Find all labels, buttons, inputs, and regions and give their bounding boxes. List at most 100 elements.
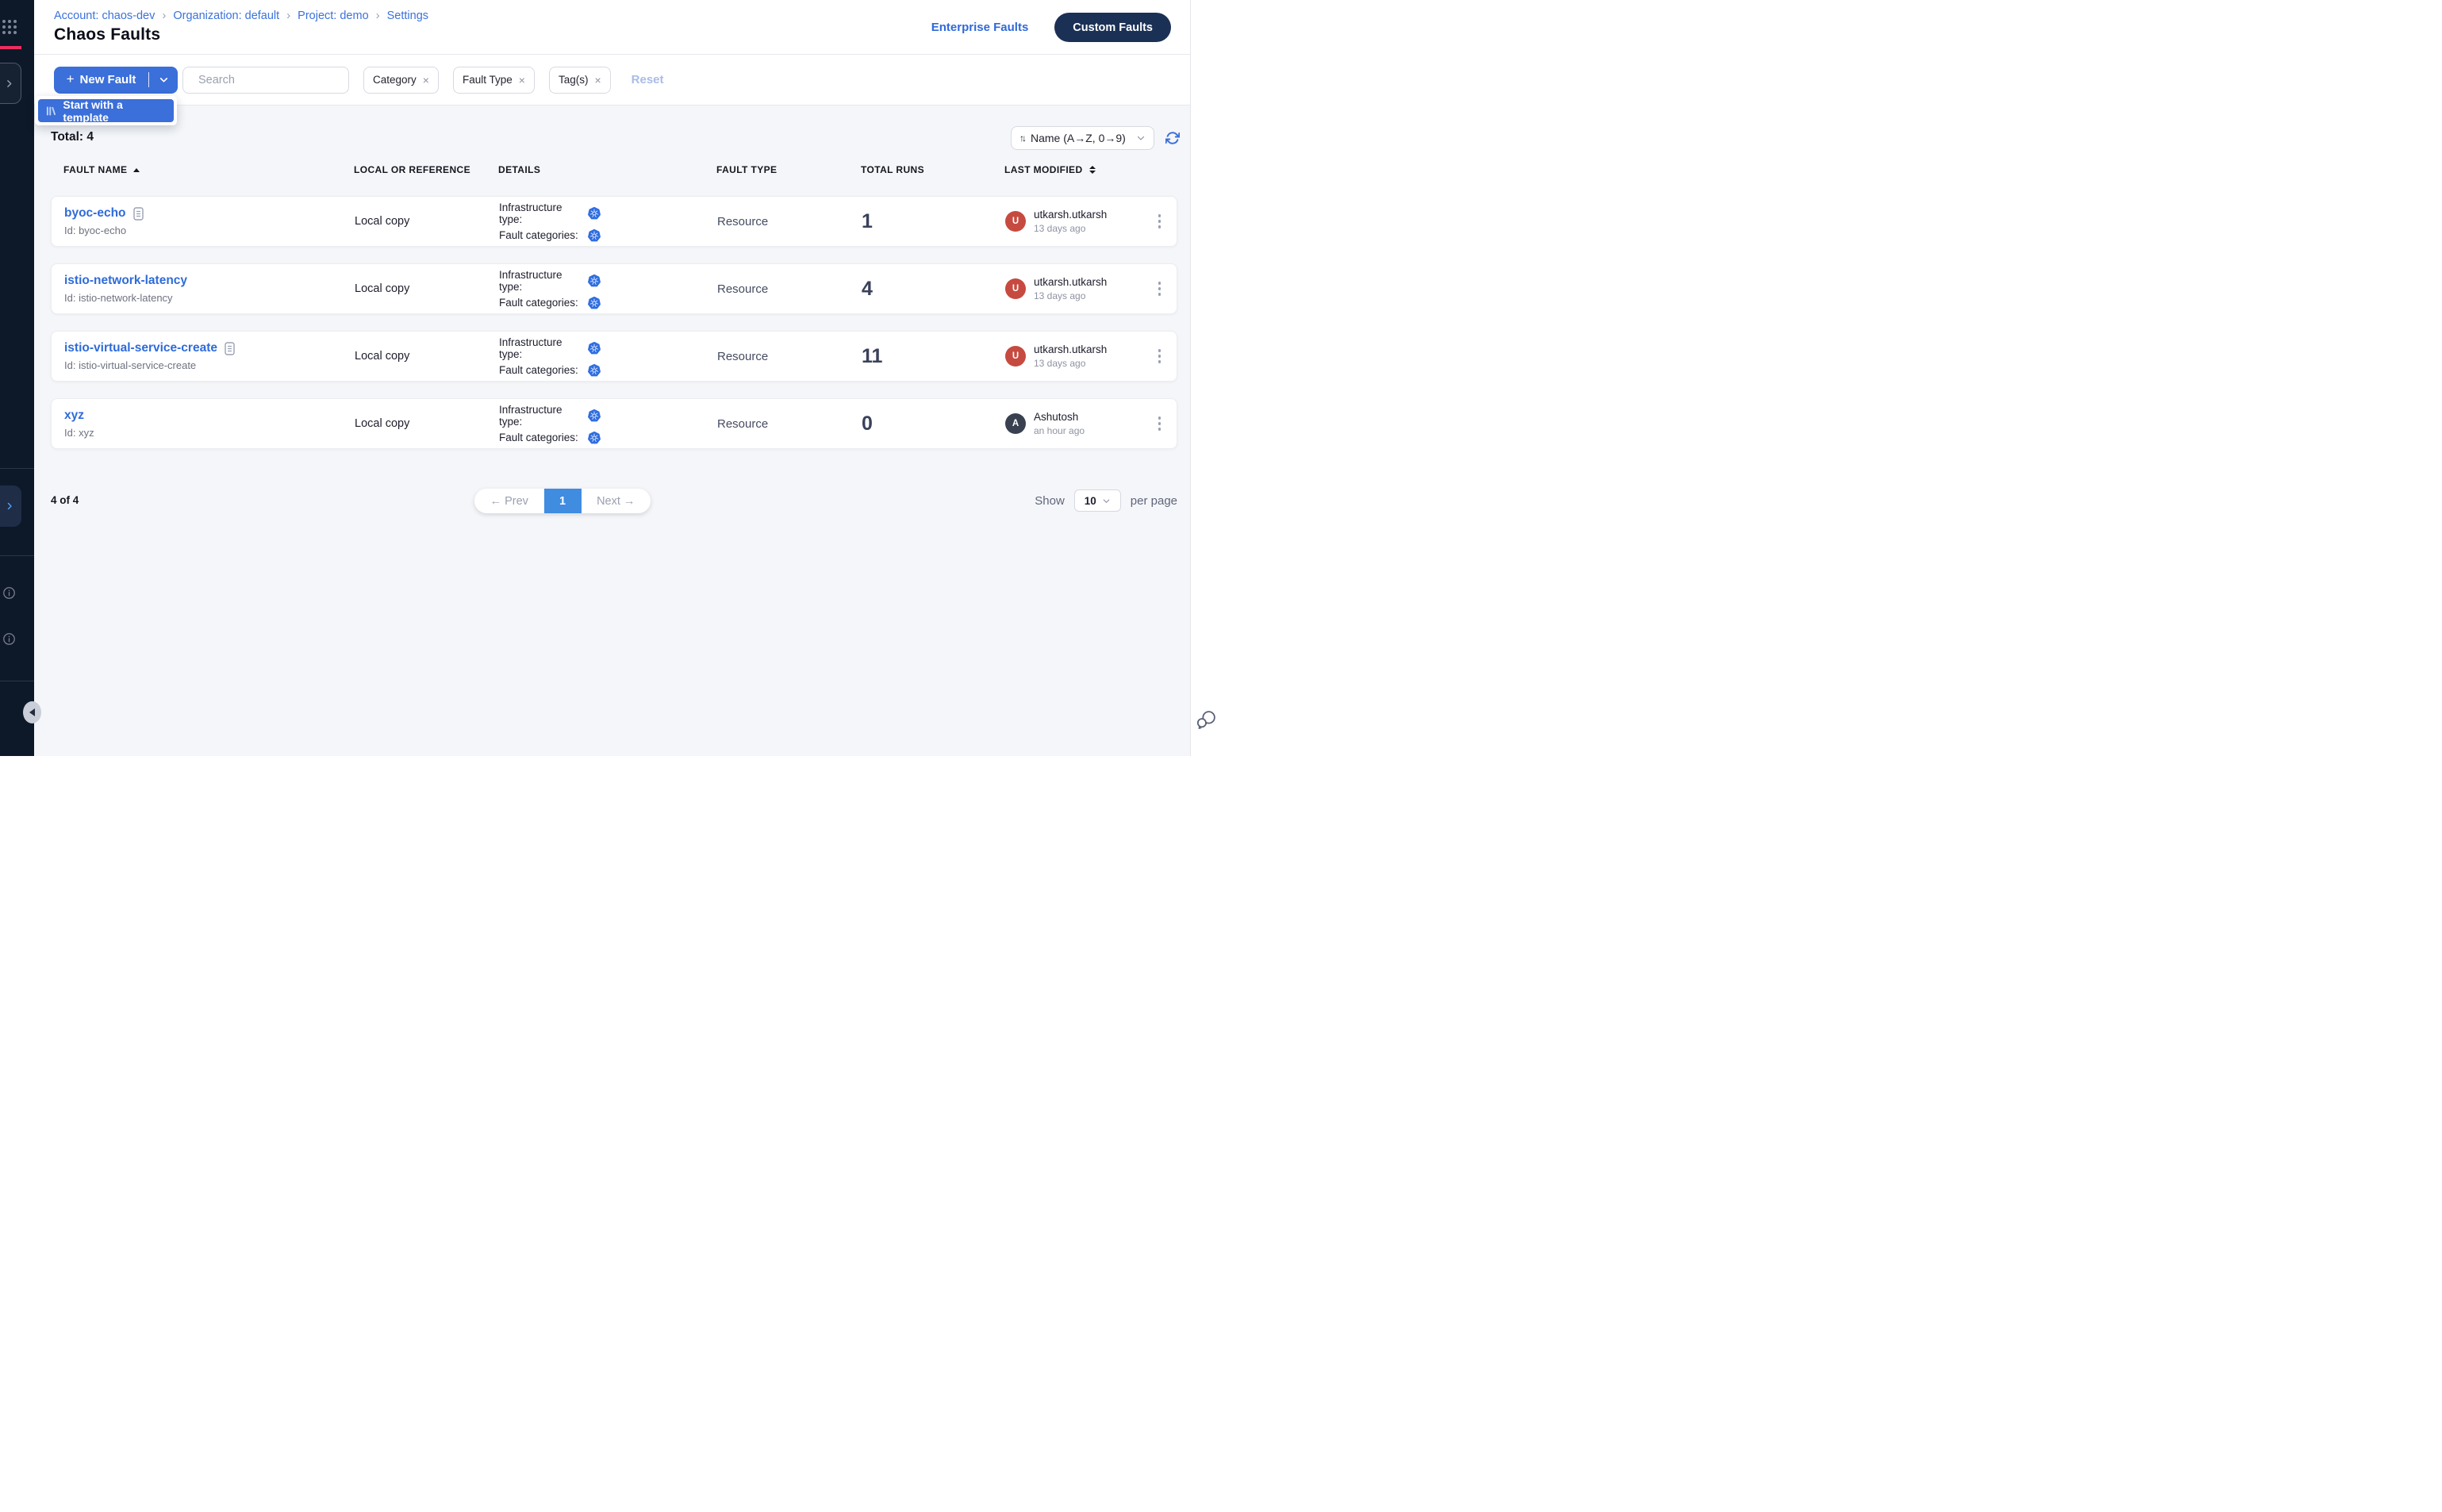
avatar: U: [1005, 278, 1026, 299]
breadcrumb-account-link[interactable]: Account: chaos-dev: [54, 10, 155, 22]
sidebar-collapse-handle[interactable]: [23, 701, 41, 723]
page-title: Chaos Faults: [54, 25, 160, 44]
breadcrumb-settings-link[interactable]: Settings: [387, 10, 428, 22]
enterprise-faults-link[interactable]: Enterprise Faults: [931, 21, 1029, 34]
prev-page-button[interactable]: ← Prev: [474, 489, 544, 513]
fault-name-link[interactable]: byoc-echo: [64, 206, 126, 221]
fault-name-link[interactable]: istio-virtual-service-create: [64, 341, 217, 355]
page-size-select[interactable]: 10: [1074, 489, 1121, 512]
column-header-fault-name[interactable]: FAULT NAME: [51, 164, 341, 175]
page-size-value: 10: [1085, 495, 1096, 507]
kebab-menu-icon[interactable]: [1155, 278, 1165, 299]
modified-by-name: Ashutosh: [1034, 411, 1085, 423]
total-runs-value: 4: [849, 278, 993, 301]
infrastructure-type-label: Infrastructure type:: [499, 336, 588, 360]
next-page-button[interactable]: Next →: [582, 489, 651, 513]
close-icon[interactable]: ×: [423, 74, 429, 86]
show-label: Show: [1035, 494, 1065, 508]
column-header-local-or-reference: LOCAL OR REFERENCE: [341, 164, 486, 175]
local-or-reference-value: Local copy: [342, 350, 486, 363]
filter-chip-tags[interactable]: Tag(s) ×: [549, 67, 611, 94]
plus-icon: +: [67, 71, 75, 87]
chat-bubbles-icon[interactable]: [1196, 709, 1217, 735]
app-grid-icon[interactable]: [2, 20, 17, 34]
close-icon[interactable]: ×: [519, 74, 525, 86]
reset-filters-button[interactable]: Reset: [632, 73, 664, 86]
pagination-control: ← Prev 1 Next →: [474, 489, 651, 513]
local-or-reference-value: Local copy: [342, 215, 486, 228]
table-row[interactable]: xyz Id: xyz Local copy Infrastructure ty…: [51, 398, 1177, 449]
chevron-down-icon: [159, 75, 169, 85]
template-icon: [45, 106, 56, 117]
breadcrumb-separator: ›: [162, 9, 166, 22]
fault-id-label: Id: istio-virtual-service-create: [64, 359, 342, 371]
kebab-menu-icon[interactable]: [1155, 211, 1165, 232]
sort-select[interactable]: ↑↓ Name (A→Z, 0→9): [1011, 126, 1154, 150]
local-or-reference-value: Local copy: [342, 417, 486, 430]
custom-faults-button[interactable]: Custom Faults: [1054, 13, 1171, 42]
column-header-total-runs: TOTAL RUNS: [848, 164, 992, 175]
kubernetes-icon: [588, 342, 601, 355]
new-fault-button[interactable]: + New Fault: [54, 67, 178, 94]
breadcrumb-project-link[interactable]: Project: demo: [298, 10, 368, 22]
modified-by-name: utkarsh.utkarsh: [1034, 209, 1107, 221]
script-icon: [225, 342, 235, 355]
avatar: U: [1005, 211, 1026, 232]
breadcrumb-separator: ›: [286, 9, 290, 22]
column-header-details: DETAILS: [486, 164, 704, 175]
breadcrumb-separator: ›: [376, 9, 380, 22]
infrastructure-type-label: Infrastructure type:: [499, 269, 588, 293]
sort-select-value: Name (A→Z, 0→9): [1031, 132, 1130, 144]
new-fault-dropdown-menu: Start with a template: [35, 96, 177, 125]
per-page-label: per page: [1131, 494, 1177, 508]
pagination-range-label: 4 of 4: [51, 494, 79, 506]
fault-name-link[interactable]: xyz: [64, 409, 84, 423]
active-module-accent: [0, 46, 21, 49]
kebab-menu-icon[interactable]: [1155, 346, 1165, 366]
avatar: A: [1005, 413, 1026, 434]
table-row[interactable]: istio-virtual-service-create Id: istio-v…: [51, 331, 1177, 382]
nav-expand-button[interactable]: [0, 63, 21, 104]
sidebar-expand-button[interactable]: [0, 485, 21, 527]
kubernetes-icon: [588, 274, 601, 287]
kubernetes-icon: [588, 364, 601, 377]
total-runs-value: 1: [849, 210, 993, 233]
refresh-button[interactable]: [1165, 131, 1180, 145]
breadcrumb: Account: chaos-dev › Organization: defau…: [54, 9, 428, 22]
modified-by-name: utkarsh.utkarsh: [1034, 343, 1107, 355]
info-icon[interactable]: [2, 586, 16, 600]
help-info-icon[interactable]: [2, 632, 16, 646]
column-header-last-modified[interactable]: LAST MODIFIED: [992, 164, 1142, 175]
chevron-down-icon: [1102, 497, 1111, 505]
kebab-menu-icon[interactable]: [1155, 413, 1165, 434]
filter-chip-label: Fault Type: [463, 74, 513, 86]
chevron-left-icon: [29, 708, 35, 716]
table-row[interactable]: istio-network-latency Id: istio-network-…: [51, 263, 1177, 314]
avatar: U: [1005, 346, 1026, 366]
right-gutter: [1190, 0, 1221, 756]
breadcrumb-organization-link[interactable]: Organization: default: [173, 10, 279, 22]
close-icon[interactable]: ×: [594, 74, 601, 86]
table-row[interactable]: byoc-echo Id: byoc-echo Local copy Infra…: [51, 196, 1177, 247]
new-fault-dropdown-toggle[interactable]: [149, 75, 178, 85]
chevron-right-icon: [4, 79, 14, 89]
total-runs-value: 0: [849, 413, 993, 436]
table-header-row: FAULT NAME LOCAL OR REFERENCE DETAILS FA…: [51, 164, 1177, 175]
menu-item-label: Start with a template: [63, 98, 167, 124]
filter-chip-fault-type[interactable]: Fault Type ×: [453, 67, 535, 94]
sort-both-icon: [1089, 166, 1096, 174]
modified-time: an hour ago: [1034, 425, 1085, 436]
filter-chip-category[interactable]: Category ×: [363, 67, 439, 94]
sort-arrows-icon: ↑↓: [1019, 132, 1024, 144]
fault-type-value: Resource: [705, 282, 849, 296]
fault-id-label: Id: byoc-echo: [64, 224, 342, 236]
fault-id-label: Id: xyz: [64, 427, 342, 439]
search-input[interactable]: [197, 73, 348, 87]
menu-item-start-with-template[interactable]: Start with a template: [38, 99, 174, 122]
chaos-faults-page: Account: chaos-dev › Organization: defau…: [0, 0, 1221, 756]
total-runs-value: 11: [849, 345, 993, 368]
sidebar-divider: [0, 555, 34, 556]
modified-time: 13 days ago: [1034, 223, 1107, 234]
current-page-button[interactable]: 1: [544, 489, 582, 513]
fault-name-link[interactable]: istio-network-latency: [64, 274, 187, 288]
